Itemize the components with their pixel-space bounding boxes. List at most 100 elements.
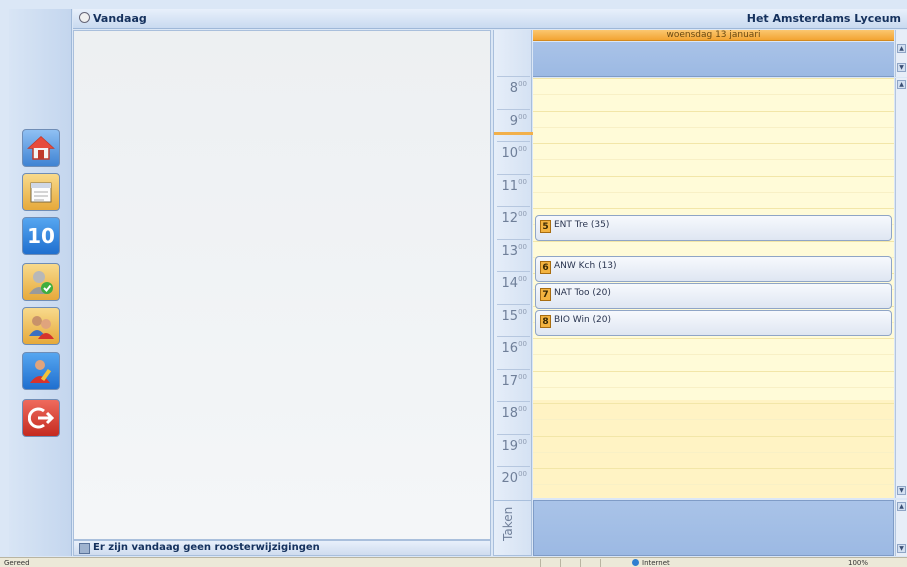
page-title-text: Vandaag [93, 12, 147, 25]
current-time-marker [494, 132, 533, 135]
header-bar: Vandaag Het Amsterdams Lyceum [73, 9, 907, 29]
people-icon [23, 308, 59, 344]
half-hour-gridline [533, 451, 894, 453]
person-pencil-icon [23, 353, 59, 389]
hour-minutes: 00 [518, 405, 527, 413]
lesson-event[interactable]: 7 NAT Too (20) [535, 283, 892, 309]
lesson-text: NAT Too (20) [554, 288, 611, 298]
period-badge: 6 [540, 261, 551, 274]
half-hour-gridline [533, 191, 894, 193]
hour-minutes: 00 [518, 470, 527, 478]
allday-scrollbar[interactable]: ▲ ▼ [895, 30, 907, 77]
hour-divider [497, 108, 530, 110]
home-button[interactable] [22, 129, 60, 167]
scroll-up-arrow[interactable]: ▲ [897, 502, 906, 511]
hour-divider [497, 303, 530, 305]
assignments-button[interactable] [22, 352, 60, 390]
all-day-area[interactable] [533, 42, 894, 77]
hour-minutes: 00 [518, 340, 527, 348]
hour-label: 1400 [502, 275, 527, 291]
half-hour-gridline [533, 354, 894, 355]
status-text: Gereed [4, 559, 30, 567]
status-separator [560, 559, 561, 567]
lesson-text: ANW Kch (13) [554, 261, 617, 271]
hour-minutes: 00 [518, 210, 527, 218]
hour-divider [497, 173, 530, 175]
attendance-button[interactable] [22, 263, 60, 301]
list-icon [79, 543, 90, 554]
clock-icon [79, 12, 90, 23]
hour-gridline [533, 403, 894, 404]
scroll-down-arrow[interactable]: ▼ [897, 486, 906, 495]
hour-number: 15 [501, 308, 519, 324]
status-separator [540, 559, 541, 567]
hour-divider [497, 368, 530, 370]
hour-label: 1600 [502, 340, 527, 356]
hour-label: 1000 [502, 145, 527, 161]
hour-number: 9 [509, 113, 519, 129]
day-header[interactable]: woensdag 13 januari [533, 30, 894, 41]
changes-message: Er zijn vandaag geen roosterwijzigingen [93, 542, 320, 553]
hour-divider [497, 76, 530, 77]
hour-minutes: 00 [518, 112, 527, 121]
groups-button[interactable] [22, 307, 60, 345]
scroll-up-arrow[interactable]: ▲ [897, 44, 906, 53]
grades-button[interactable]: 10 [22, 217, 60, 255]
hour-number: 19 [501, 438, 519, 454]
security-zone: Internet [632, 559, 670, 567]
tasks-scrollbar[interactable]: ▲ ▼ [895, 500, 907, 556]
hour-number: 20 [501, 471, 519, 486]
scroll-down-arrow[interactable]: ▼ [897, 63, 906, 72]
hour-minutes: 00 [518, 372, 527, 381]
status-separator [580, 559, 581, 567]
calendar-scrollbar[interactable]: ▲ ▼ [895, 78, 907, 498]
half-hour-gridline [533, 484, 894, 485]
lesson-event[interactable]: 6 ANW Kch (13) [535, 256, 892, 282]
house-icon [23, 130, 59, 166]
changes-pane [73, 30, 491, 540]
tasks-area[interactable] [533, 500, 894, 556]
hour-label: 1900 [502, 438, 527, 454]
hour-gridline [533, 78, 894, 79]
changes-footer: Er zijn vandaag geen roosterwijzigingen [73, 540, 491, 556]
hour-divider [497, 466, 530, 467]
hour-divider [497, 238, 530, 240]
logout-icon [23, 400, 59, 436]
calendar-button[interactable] [22, 173, 60, 211]
day-column[interactable]: 5 ENT Tre (35) 6 ANW Kch (13) 7 NAT Too (20) 8… [533, 78, 894, 518]
hour-minutes: 00 [518, 307, 527, 316]
hour-divider [497, 336, 530, 337]
lesson-event[interactable]: 8 BIO Win (20) [535, 310, 892, 336]
lesson-text: ENT Tre (35) [554, 220, 610, 230]
tasks-header: Taken [493, 500, 532, 556]
hour-divider [497, 401, 530, 402]
logout-button[interactable] [22, 399, 60, 437]
lesson-event[interactable]: 5 ENT Tre (35) [535, 215, 892, 241]
period-badge: 8 [540, 315, 551, 328]
zone-text: Internet [642, 559, 670, 567]
half-hour-gridline [533, 386, 894, 388]
globe-icon [632, 559, 639, 566]
hour-number: 17 [501, 373, 519, 389]
grade-10-icon: 10 [27, 224, 55, 248]
hour-minutes: 00 [518, 80, 527, 88]
hour-gridline [533, 468, 894, 469]
scroll-down-arrow[interactable]: ▼ [897, 544, 906, 553]
hour-label: 1200 [502, 210, 527, 226]
status-separator [600, 559, 601, 567]
zoom-level[interactable]: 100% [848, 559, 868, 567]
school-name: Het Amsterdams Lyceum [746, 12, 901, 25]
hour-minutes: 00 [518, 437, 527, 446]
tasks-label: Taken [501, 506, 515, 541]
hour-gridline [533, 338, 894, 339]
scroll-up-arrow[interactable]: ▲ [897, 80, 906, 89]
calendar-icon [23, 174, 59, 210]
hour-minutes: 00 [518, 177, 527, 186]
hour-divider [497, 206, 530, 207]
hour-number: 12 [501, 211, 519, 226]
hour-number: 8 [509, 81, 519, 96]
hour-minutes: 00 [518, 145, 527, 153]
time-column: 800 900 1000 1100 1200 1300 1400 1500 1600 1700 18… [493, 30, 533, 500]
hour-gridline [533, 143, 894, 144]
hour-number: 10 [501, 146, 519, 161]
